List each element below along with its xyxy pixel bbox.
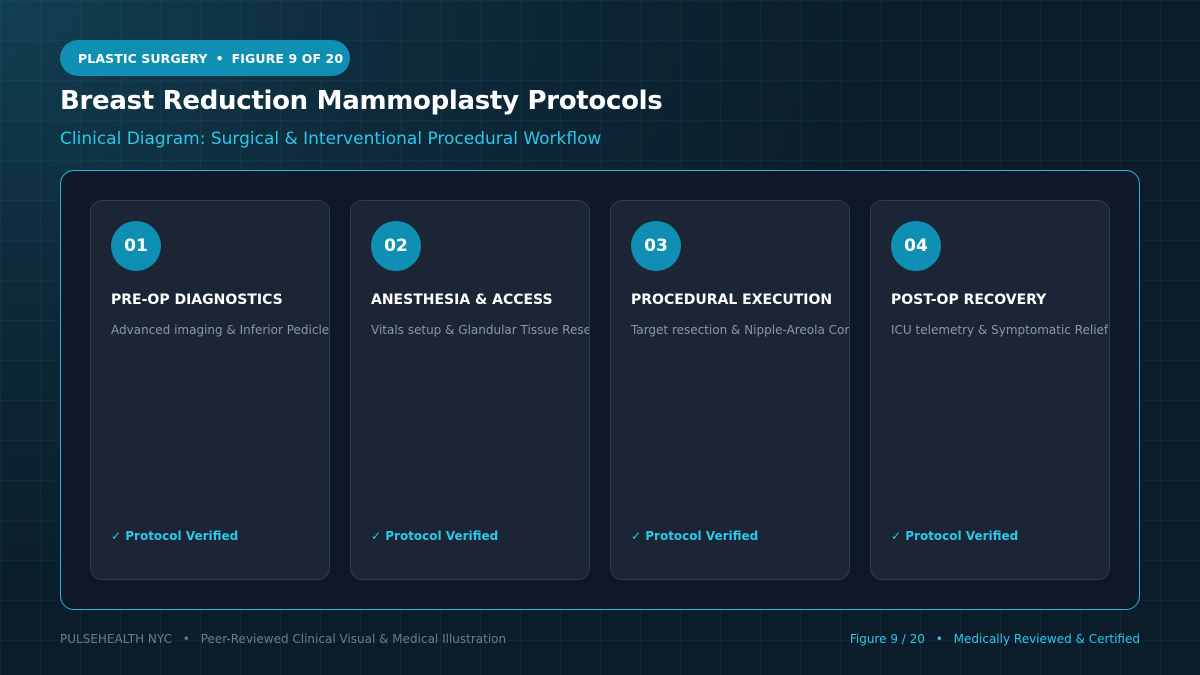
footer-figure: Figure 9 / 20 <box>849 632 925 646</box>
category-label: PLASTIC SURGERY <box>78 50 208 66</box>
step-number-badge: 02 <box>371 221 421 271</box>
footer-brand: PULSEHEALTH NYC <box>60 632 172 646</box>
footer-credit: PULSEHEALTH NYC • Peer-Reviewed Clinical… <box>60 632 506 646</box>
step-description: Target resection & Nipple-Areola Complex… <box>631 323 849 337</box>
step-card-procedural-execution: 03 PROCEDURAL EXECUTION Target resection… <box>610 200 850 580</box>
footer-separator: • <box>935 632 943 646</box>
step-description: ICU telemetry & Symptomatic Relief Index <box>891 323 1109 337</box>
step-number-badge: 04 <box>891 221 941 271</box>
step-status: ✓ Protocol Verified <box>631 529 759 543</box>
page-subtitle: Clinical Diagram: Surgical & Interventio… <box>60 129 602 149</box>
step-title: ANESTHESIA & ACCESS <box>371 292 553 308</box>
footer-tagline: Peer-Reviewed Clinical Visual & Medical … <box>200 632 507 646</box>
figure-label: FIGURE 9 OF 20 <box>231 50 344 66</box>
page-title: Breast Reduction Mammoplasty Protocols <box>60 86 663 116</box>
step-card-post-op-recovery: 04 POST-OP RECOVERY ICU telemetry & Symp… <box>870 200 1110 580</box>
footer-certification: Medically Reviewed & Certified <box>953 632 1140 646</box>
step-title: POST-OP RECOVERY <box>891 292 1047 308</box>
step-card-pre-op-diagnostics: 01 PRE-OP DIAGNOSTICS Advanced imaging &… <box>90 200 330 580</box>
step-description: Advanced imaging & Inferior Pedicle Tech… <box>111 323 330 337</box>
step-status: ✓ Protocol Verified <box>891 529 1019 543</box>
step-card-anesthesia-access: 02 ANESTHESIA & ACCESS Vitals setup & Gl… <box>350 200 590 580</box>
step-status: ✓ Protocol Verified <box>371 529 499 543</box>
footer-figure-info: Figure 9 / 20 • Medically Reviewed & Cer… <box>850 632 1140 646</box>
step-number-badge: 03 <box>631 221 681 271</box>
step-number-badge: 01 <box>111 221 161 271</box>
category-pill: PLASTIC SURGERY • FIGURE 9 OF 20 <box>60 40 350 76</box>
pill-separator: • <box>215 50 224 66</box>
step-title: PRE-OP DIAGNOSTICS <box>111 292 283 308</box>
step-status: ✓ Protocol Verified <box>111 529 239 543</box>
step-description: Vitals setup & Glandular Tissue Resectio… <box>371 323 590 337</box>
footer-separator: • <box>182 632 190 646</box>
step-title: PROCEDURAL EXECUTION <box>631 292 833 308</box>
